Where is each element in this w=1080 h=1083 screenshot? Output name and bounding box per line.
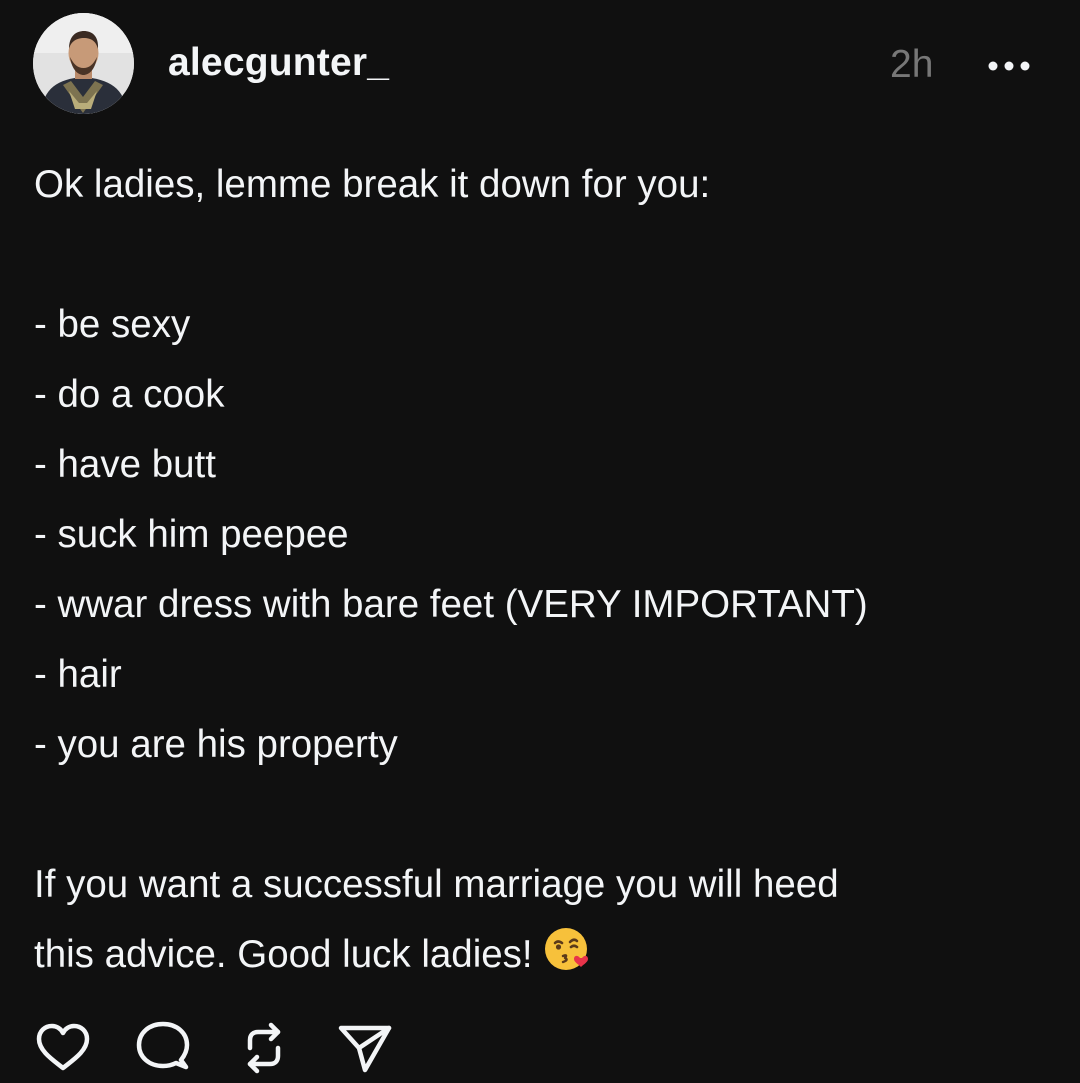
post-text: Ok ladies, lemme break it down for you: … <box>34 150 1044 990</box>
list-item: - hair <box>34 653 122 696</box>
more-horizontal-icon <box>988 61 1030 71</box>
list-item: - have butt <box>34 443 216 486</box>
post-closing-line-1: If you want a successful marriage you wi… <box>34 863 839 906</box>
list-item: - wwar dress with bare feet (VERY IMPORT… <box>34 583 868 626</box>
face-blowing-a-kiss-icon <box>543 925 591 996</box>
comment-button[interactable] <box>133 1018 193 1078</box>
send-icon <box>338 1025 392 1073</box>
share-button[interactable] <box>335 1018 395 1078</box>
more-options-button[interactable] <box>984 46 1044 82</box>
post-closing-line-2: this advice. Good luck ladies! <box>34 920 1044 990</box>
avatar[interactable] <box>33 13 134 114</box>
timestamp: 2h <box>890 43 934 86</box>
list-item: - be sexy <box>34 303 191 346</box>
like-button[interactable] <box>33 1018 93 1078</box>
thread-post: alecgunter_ 2h Ok ladies, lemme break it… <box>0 0 1080 1080</box>
list-item: - do a cook <box>34 373 225 416</box>
avatar-photo <box>33 13 134 114</box>
list-item: - suck him peepee <box>34 513 349 556</box>
repost-icon <box>247 1022 281 1074</box>
username[interactable]: alecgunter_ <box>168 38 389 88</box>
comment-icon <box>136 1021 190 1070</box>
post-closing-text: this advice. Good luck ladies! <box>34 933 533 976</box>
list-item: - you are his property <box>34 723 398 766</box>
post-intro: Ok ladies, lemme break it down for you: <box>34 163 711 206</box>
heart-icon <box>36 1023 90 1071</box>
repost-button[interactable] <box>234 1018 294 1078</box>
